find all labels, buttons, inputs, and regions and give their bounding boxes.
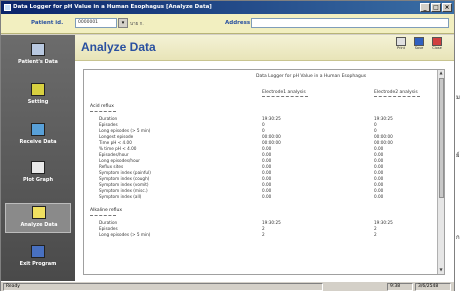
sidebar-item-setting[interactable]: Setting (5, 81, 71, 111)
sidebar-item-label: Receive Data (19, 139, 57, 145)
column-header-electrode1: Electrode1 analysis (262, 90, 306, 95)
close-label: Close (432, 46, 442, 50)
table-row: Long episodes (> 5 min) 2 2 (99, 232, 377, 237)
patient-id-label: Patient id. (31, 20, 64, 26)
sidebar-item-exit-program[interactable]: Exit Program (5, 243, 71, 273)
patient-bar: Patient id. 0000001 ▾ นาย ก. Address (1, 14, 454, 34)
patient-lookup-button[interactable]: ▾ (118, 18, 128, 28)
main-panel: Analyze Data Print Save Close Data Logge… (75, 35, 454, 281)
patient-id-field[interactable]: 0000001 (75, 18, 117, 28)
window-title: Data Logger for pH Value in a Human Esop… (13, 4, 212, 10)
close-button[interactable]: Close (429, 37, 445, 57)
status-text: Ready (3, 283, 323, 291)
print-button[interactable]: Print (393, 37, 409, 57)
save-label: Save (414, 46, 424, 50)
save-button[interactable]: Save (411, 37, 427, 57)
section-underline (90, 215, 116, 216)
sidebar-item-receive-data[interactable]: Receive Data (5, 121, 71, 151)
sidebar-item-label: Setting (27, 99, 49, 105)
main-header: Analyze Data Print Save Close (75, 35, 454, 61)
section-underline (90, 111, 116, 112)
scrollbar-thumb[interactable] (439, 78, 444, 198)
section-header-acid: Acid reflux (90, 104, 114, 109)
print-icon (396, 37, 406, 46)
status-bar: Ready 9:38 3/6/2548 (1, 281, 454, 291)
title-bar: Data Logger for pH Value in a Human Esop… (1, 1, 454, 14)
address-field[interactable] (251, 18, 449, 28)
column-underline (262, 96, 308, 97)
report-scrollbar[interactable]: ▲ ▼ (437, 70, 444, 274)
sidebar-item-label: Plot Graph (22, 177, 54, 183)
scroll-up-arrow-icon[interactable]: ▲ (438, 70, 444, 76)
sidebar: Patient's Data Setting Receive Data Plot… (1, 35, 75, 281)
close-window-button[interactable]: × (442, 3, 452, 12)
background-text-fragment: ก (456, 234, 460, 241)
page-title: Analyze Data (81, 40, 156, 54)
report-document[interactable]: Data Logger for pH Value in a Human Esop… (83, 69, 445, 275)
sidebar-item-label: Patient's Data (18, 59, 58, 65)
background-text-fragment: ย์ (456, 152, 460, 159)
column-header-electrode2: Electrode2 analysis (374, 90, 418, 95)
analyze-data-icon (32, 206, 46, 219)
status-date: 3/6/2548 (415, 283, 451, 291)
plot-graph-icon (31, 161, 45, 174)
minimize-button[interactable]: _ (420, 3, 430, 12)
address-label: Address (225, 20, 251, 26)
print-label: Print (396, 46, 406, 50)
save-icon (414, 37, 424, 46)
report-title: Data Logger for pH Value in a Human Esop… (256, 74, 367, 79)
sidebar-item-label: Exit Program (19, 261, 57, 267)
column-underline (374, 96, 420, 97)
sidebar-item-patients-data[interactable]: Patient's Data (5, 41, 71, 71)
receive-data-icon (31, 123, 45, 136)
app-icon (4, 4, 11, 11)
section-header-alkaline: Alkaline reflux (90, 208, 123, 213)
settings-tools-icon (31, 83, 45, 96)
status-time: 9:38 (387, 283, 413, 291)
sidebar-item-analyze-data[interactable]: Analyze Data (5, 203, 71, 233)
maximize-button[interactable]: □ (431, 3, 441, 12)
sidebar-item-plot-graph[interactable]: Plot Graph (5, 159, 71, 189)
patient-name: นาย ก. (130, 22, 144, 27)
sidebar-item-label: Analyze Data (20, 222, 58, 228)
close-icon (432, 37, 442, 46)
exit-door-icon (31, 245, 45, 258)
app-window: Data Logger for pH Value in a Human Esop… (0, 0, 455, 291)
scroll-down-arrow-icon[interactable]: ▼ (438, 267, 444, 273)
patient-card-icon (31, 43, 45, 56)
background-text-fragment: ม (456, 94, 460, 101)
table-row: Symptom index (all) 0.00 0.00 (99, 194, 384, 199)
